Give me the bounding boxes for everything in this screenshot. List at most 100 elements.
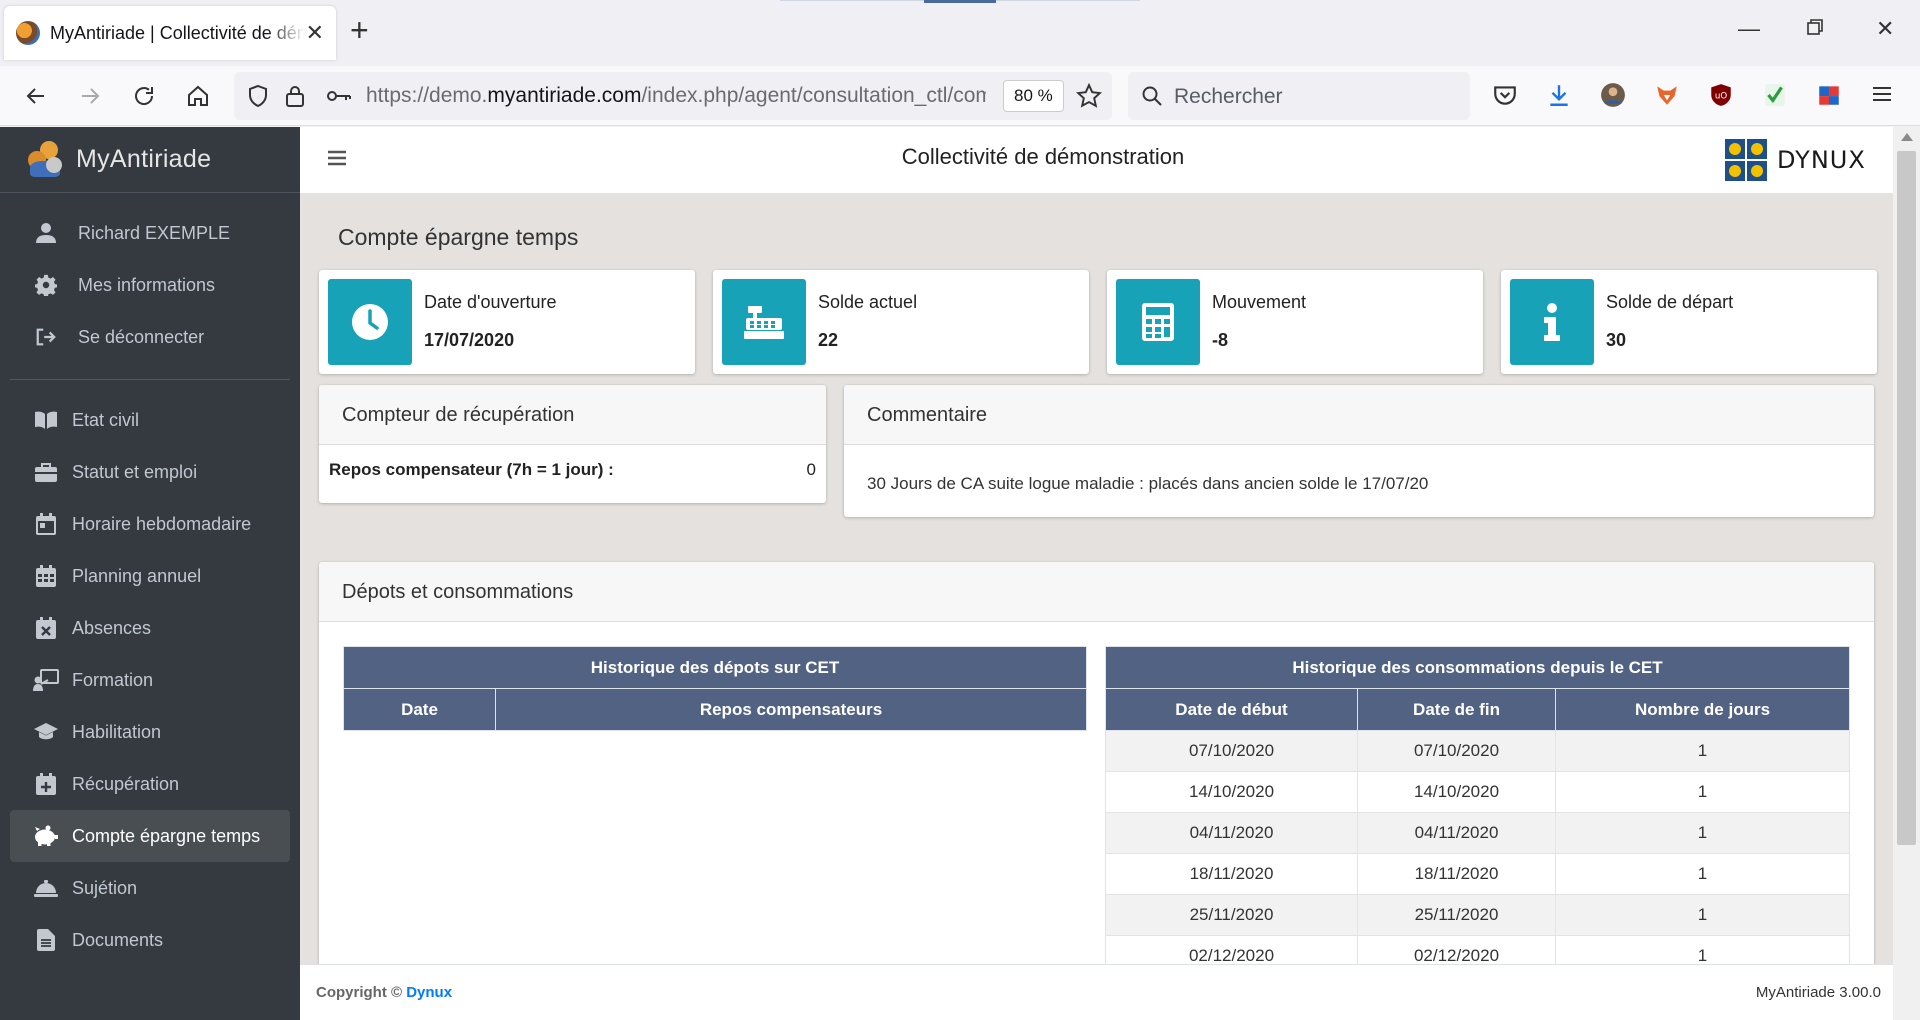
- info-box-label: Solde de départ: [1606, 292, 1734, 312]
- document-icon: [32, 929, 60, 951]
- search-bar[interactable]: Rechercher: [1128, 72, 1470, 120]
- info-box-solde-depart: Solde de départ 30: [1501, 270, 1877, 374]
- back-icon[interactable]: [20, 80, 52, 112]
- profile-avatar-icon[interactable]: [1600, 82, 1628, 110]
- sidebar-item-absences[interactable]: Absences: [10, 602, 290, 654]
- download-icon[interactable]: [1546, 82, 1574, 110]
- sidebar-item-compte-epargne-temps[interactable]: Compte épargne temps: [10, 810, 290, 862]
- bookmark-star-icon[interactable]: [1075, 82, 1103, 114]
- forward-icon[interactable]: [74, 80, 106, 112]
- page-title: Compte épargne temps: [338, 224, 579, 250]
- reload-icon[interactable]: [128, 80, 160, 112]
- url-bar[interactable]: https://demo.myantiriade.com/index.php/a…: [234, 72, 1112, 120]
- key-icon[interactable]: [326, 86, 352, 111]
- search-input[interactable]: Rechercher: [1174, 85, 1283, 109]
- sidebar-item-user[interactable]: Richard EXEMPLE: [10, 207, 290, 259]
- sidebar-item-label: Compte épargne temps: [72, 825, 261, 846]
- brand-logo-icon: [26, 140, 64, 179]
- sidebar-item-sujetion[interactable]: Sujétion: [10, 862, 290, 914]
- info-box-value: 17/07/2020: [424, 330, 515, 350]
- browser-tab[interactable]: MyAntiriade | Collectivité de démonstrat…: [4, 6, 336, 60]
- sidebar-item-planning-annuel[interactable]: Planning annuel: [10, 550, 290, 602]
- sidebar: MyAntiriade Richard EXEMPLE Mes informat…: [0, 127, 300, 1020]
- pocket-icon[interactable]: [1492, 82, 1520, 110]
- recup-label: Repos compensateur (7h = 1 jour) :: [329, 460, 614, 479]
- deposits-card: Dépots et consommations Historique des d…: [319, 562, 1874, 982]
- organization-title: Collectivité de démonstration: [901, 144, 1185, 169]
- app-version: MyAntiriade 3.00.0: [1755, 984, 1881, 1001]
- sidebar-item-label: Formation: [72, 669, 154, 690]
- sidebar-item-logout[interactable]: Se déconnecter: [10, 311, 290, 363]
- column-header-date[interactable]: Date: [343, 688, 496, 731]
- book-icon: [32, 410, 60, 430]
- scrollbar-thumb[interactable]: [1897, 151, 1916, 845]
- shield-icon[interactable]: [246, 84, 270, 113]
- sidebar-item-label: Sujétion: [72, 877, 138, 898]
- checkmark-extension-icon[interactable]: [1762, 82, 1790, 110]
- recup-row: Repos compensateur (7h = 1 jour) : 0: [319, 445, 826, 480]
- cell-nombre-jours: 1: [1555, 853, 1850, 895]
- sidebar-item-label: Statut et emploi: [72, 461, 198, 482]
- restore-icon[interactable]: [1806, 18, 1824, 40]
- sidebar-item-statut-emploi[interactable]: Statut et emploi: [10, 446, 290, 498]
- brand-link[interactable]: MyAntiriade: [0, 127, 300, 193]
- new-tab-icon[interactable]: +: [350, 14, 369, 46]
- main-content: Compte épargne temps Date d'ouverture 17…: [300, 194, 1893, 982]
- flag-extension-icon[interactable]: [1816, 82, 1844, 110]
- tab-strip-indicator: [924, 0, 996, 3]
- consumption-table: Historique des consommations depuis le C…: [1105, 646, 1850, 977]
- table-row: 25/11/2020 25/11/2020 1: [1105, 894, 1850, 936]
- url-text[interactable]: https://demo.myantiriade.com/index.php/a…: [366, 84, 986, 108]
- info-box-mouvement: Mouvement -8: [1107, 270, 1483, 374]
- calendar-x-icon: [32, 617, 60, 639]
- favicon-icon: [16, 21, 40, 45]
- lock-icon[interactable]: [284, 84, 306, 113]
- zoom-level-button[interactable]: 80 %: [1003, 80, 1064, 112]
- info-box-value: 30: [1606, 330, 1627, 350]
- service-bell-icon: [32, 878, 60, 898]
- sidebar-item-recuperation[interactable]: Récupération: [10, 758, 290, 810]
- cell-date-debut: 04/11/2020: [1105, 812, 1358, 854]
- cell-date-fin: 18/11/2020: [1357, 853, 1556, 895]
- sidebar-item-mes-informations[interactable]: Mes informations: [10, 259, 290, 311]
- column-header-date-fin[interactable]: Date de fin: [1357, 688, 1556, 731]
- url-domain: myantiriade.com: [487, 84, 642, 107]
- clock-icon: [328, 279, 412, 365]
- minimize-icon[interactable]: —: [1738, 18, 1760, 40]
- browser-menu-icon[interactable]: [1870, 82, 1898, 110]
- cell-date-debut: 14/10/2020: [1105, 771, 1358, 813]
- comment-card: Commentaire 30 Jours de CA suite logue m…: [844, 385, 1874, 517]
- column-header-date-debut[interactable]: Date de début: [1105, 688, 1358, 731]
- sidebar-item-etat-civil[interactable]: Etat civil: [10, 394, 290, 446]
- sidebar-item-label: Récupération: [72, 773, 180, 794]
- cell-date-fin: 07/10/2020: [1357, 730, 1556, 772]
- piggy-bank-icon: [32, 825, 60, 847]
- column-header-repos[interactable]: Repos compensateurs: [495, 688, 1087, 731]
- user-icon: [32, 222, 60, 244]
- dynux-link[interactable]: Dynux: [406, 984, 452, 1001]
- calendar-grid-icon: [32, 565, 60, 587]
- table-row: 18/11/2020 18/11/2020 1: [1105, 853, 1850, 895]
- home-icon[interactable]: [182, 80, 214, 112]
- sidebar-item-documents[interactable]: Documents: [10, 914, 290, 966]
- sidebar-item-label: Horaire hebdomadaire: [72, 513, 252, 534]
- column-header-nombre-jours[interactable]: Nombre de jours: [1555, 688, 1850, 731]
- comment-card-title: Commentaire: [844, 385, 1874, 445]
- ublock-icon[interactable]: uO: [1708, 82, 1736, 110]
- cell-date-fin: 04/11/2020: [1357, 812, 1556, 854]
- search-icon: [1140, 84, 1164, 113]
- info-box-label: Date d'ouverture: [424, 292, 557, 312]
- cell-date-debut: 25/11/2020: [1105, 894, 1358, 936]
- tab-close-icon[interactable]: ✕: [306, 22, 324, 44]
- sidebar-item-formation[interactable]: Formation: [10, 654, 290, 706]
- page-scrollbar[interactable]: [1893, 127, 1920, 1020]
- table-row: 07/10/2020 07/10/2020 1: [1105, 730, 1850, 772]
- sidebar-item-horaire-hebdomadaire[interactable]: Horaire hebdomadaire: [10, 498, 290, 550]
- cell-date-debut: 18/11/2020: [1105, 853, 1358, 895]
- fox-extension-icon[interactable]: [1654, 82, 1682, 110]
- scroll-up-icon[interactable]: [1901, 133, 1913, 141]
- url-prefix: https://demo.: [366, 84, 488, 107]
- table-row: 14/10/2020 14/10/2020 1: [1105, 771, 1850, 813]
- close-window-icon[interactable]: ✕: [1876, 18, 1894, 40]
- sidebar-item-habilitation[interactable]: Habilitation: [10, 706, 290, 758]
